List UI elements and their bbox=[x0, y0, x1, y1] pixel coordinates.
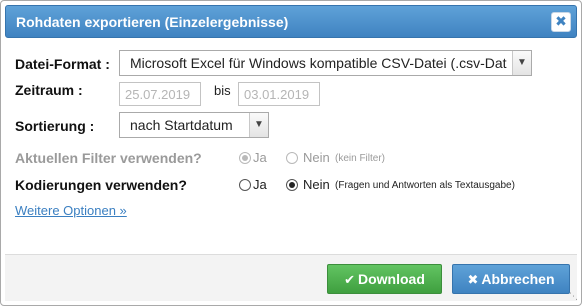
filter-ja-radio[interactable] bbox=[239, 152, 251, 164]
date-from-input[interactable]: 25.07.2019 bbox=[119, 82, 201, 106]
chevron-down-icon: ▼ bbox=[512, 51, 531, 75]
filter-nein-note: (kein Filter) bbox=[335, 153, 386, 164]
format-label: Datei-Format : bbox=[15, 56, 110, 72]
bis-label: bis bbox=[214, 83, 231, 98]
download-label: Download bbox=[358, 271, 425, 287]
filter-label: Aktuellen Filter verwenden? bbox=[15, 150, 202, 166]
weitere-optionen-link[interactable]: Weitere Optionen » bbox=[15, 203, 127, 218]
dialog-title: Rohdaten exportieren (Einzelergebnisse) bbox=[16, 14, 289, 30]
resize-grip-icon[interactable]: ⋱ bbox=[569, 291, 578, 302]
close-icon: ✖ bbox=[467, 272, 479, 287]
sortierung-label: Sortierung : bbox=[15, 118, 95, 134]
close-icon: ✖ bbox=[555, 13, 567, 29]
filter-nein-radio[interactable] bbox=[286, 152, 298, 164]
dialog-titlebar[interactable]: Rohdaten exportieren (Einzelergebnisse) … bbox=[5, 5, 577, 38]
close-button[interactable]: ✖ bbox=[551, 12, 571, 32]
format-select[interactable]: Microsoft Excel für Windows kompatible C… bbox=[119, 50, 532, 76]
cancel-label: Abbrechen bbox=[481, 271, 555, 287]
zeitraum-label: Zeitraum : bbox=[15, 82, 83, 98]
format-select-value: Microsoft Excel für Windows kompatible C… bbox=[130, 55, 507, 71]
cancel-button[interactable]: ✖ Abbrechen bbox=[452, 264, 570, 294]
kodierungen-nein-radio[interactable] bbox=[286, 179, 298, 191]
kodierungen-label: Kodierungen verwenden? bbox=[15, 177, 187, 193]
dialog-footer: ✔ Download ✖ Abbrechen bbox=[5, 254, 577, 301]
chevron-down-icon: ▼ bbox=[249, 113, 268, 137]
kodierungen-ja-label: Ja bbox=[253, 177, 267, 192]
date-to-input[interactable]: 03.01.2019 bbox=[238, 82, 320, 106]
kodierungen-nein-label: Nein bbox=[303, 177, 330, 192]
sortierung-select-value: nach Startdatum bbox=[130, 117, 233, 133]
sortierung-select[interactable]: nach Startdatum ▼ bbox=[119, 112, 269, 138]
kodierungen-nein-note: (Fragen und Antworten als Textausgabe) bbox=[335, 180, 515, 191]
download-button[interactable]: ✔ Download bbox=[327, 264, 442, 294]
filter-ja-label: Ja bbox=[253, 150, 267, 165]
export-dialog: Rohdaten exportieren (Einzelergebnisse) … bbox=[0, 0, 582, 306]
filter-nein-label: Nein bbox=[303, 150, 330, 165]
kodierungen-ja-radio[interactable] bbox=[239, 179, 251, 191]
check-icon: ✔ bbox=[344, 272, 355, 287]
